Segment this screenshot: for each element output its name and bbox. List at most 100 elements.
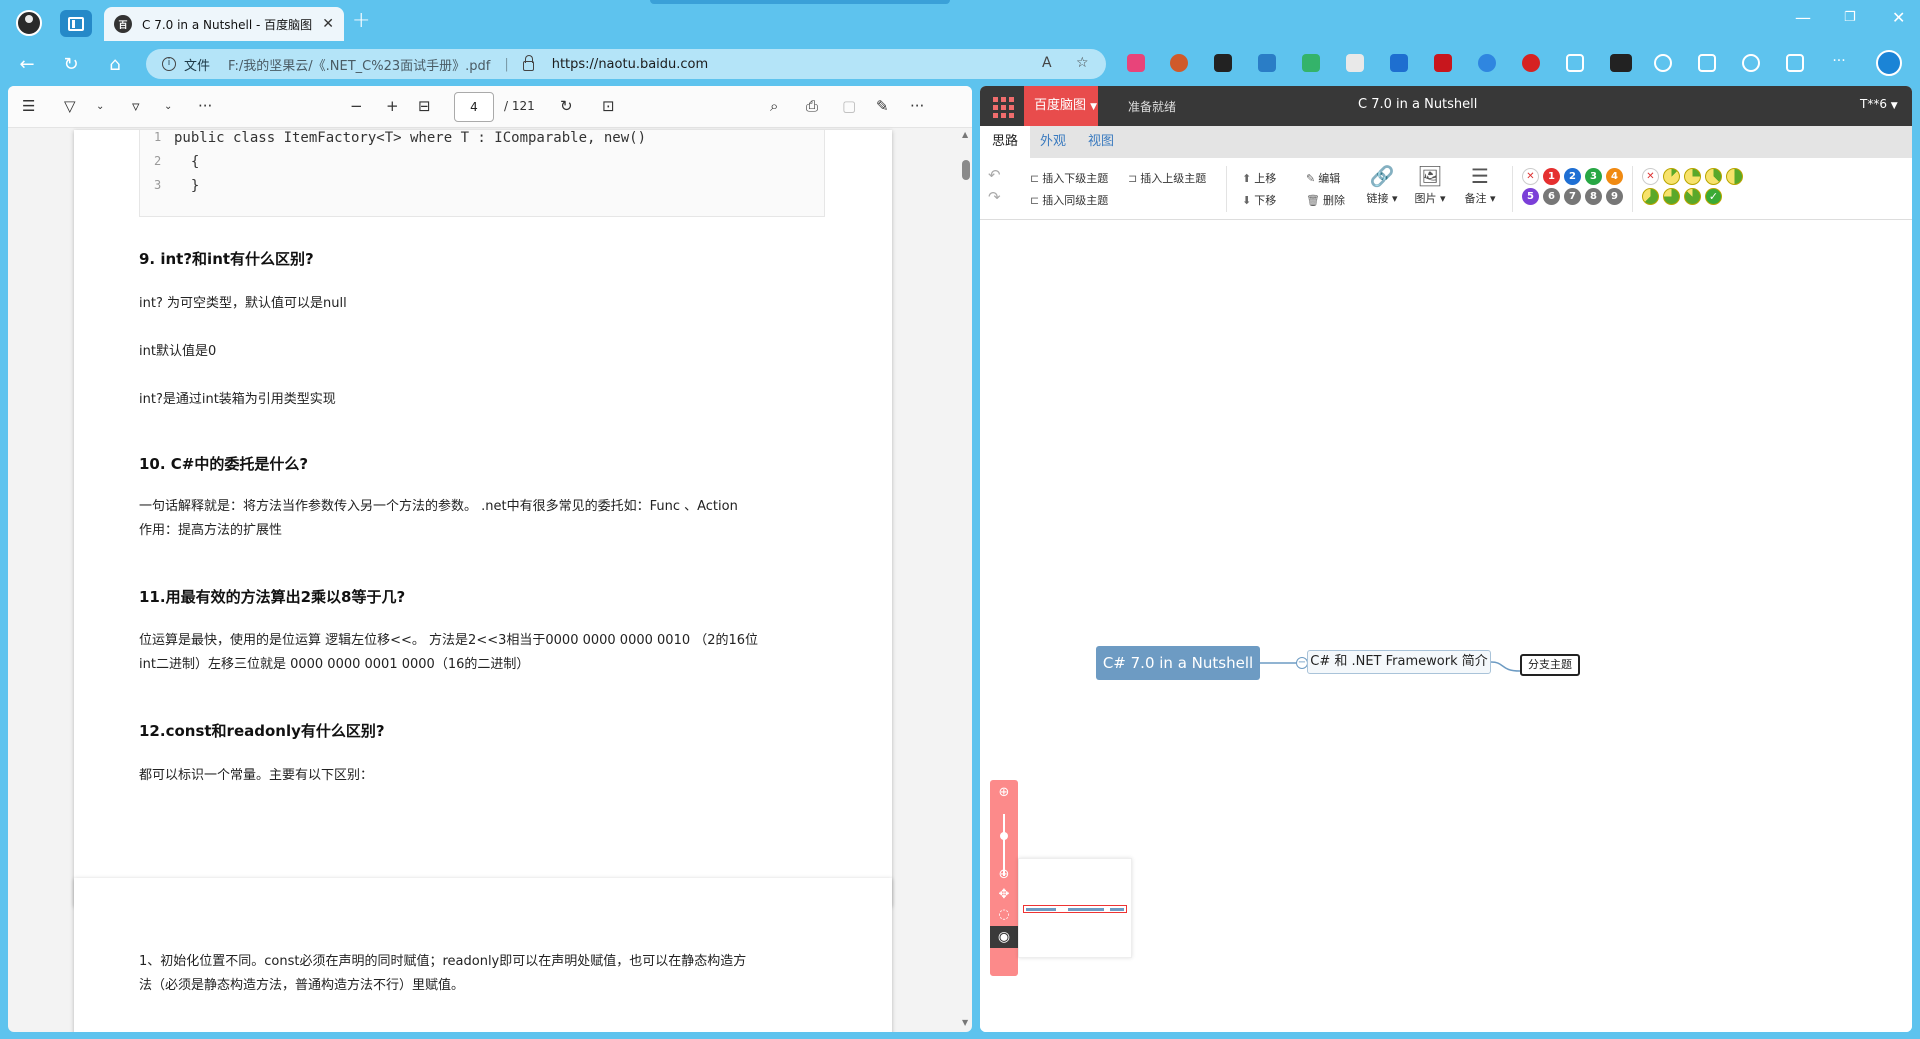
- move-down-button[interactable]: ⬇ 下移: [1242, 192, 1276, 208]
- priority-2-icon[interactable]: 2: [1564, 168, 1581, 185]
- remove-progress-icon[interactable]: ✕: [1642, 168, 1659, 185]
- image-button[interactable]: 🖼 图片 ▾: [1412, 164, 1448, 206]
- insert-parent-button[interactable]: ⊐ 插入上级主题: [1128, 170, 1206, 186]
- extension-translate-icon[interactable]: [1127, 54, 1145, 72]
- pdf-more-icon[interactable]: ···: [910, 97, 924, 115]
- zoom-in-icon[interactable]: ⊕: [997, 786, 1011, 800]
- favorite-star-icon[interactable]: ☆: [1076, 55, 1089, 71]
- extension-building-icon[interactable]: [1390, 54, 1408, 72]
- extension-game-icon[interactable]: [1214, 54, 1232, 72]
- refresh-icon[interactable]: ↻: [58, 54, 84, 75]
- extensions-puzzle-icon[interactable]: [1566, 54, 1584, 72]
- tab-idea[interactable]: 思路: [980, 126, 1031, 158]
- progress-level-2-icon[interactable]: [1684, 168, 1701, 185]
- zoom-out-icon[interactable]: ⊖: [997, 868, 1011, 882]
- progress-level-5-icon[interactable]: [1642, 188, 1659, 205]
- zoom-out-icon[interactable]: −: [350, 97, 363, 115]
- more-tools-icon[interactable]: ···: [198, 97, 212, 115]
- priority-6-icon[interactable]: 6: [1543, 188, 1560, 205]
- copilot-icon[interactable]: [1876, 50, 1902, 76]
- highlight-dropdown-icon[interactable]: ⌄: [96, 101, 104, 112]
- browser-tab[interactable]: 百 C 7.0 in a Nutshell - 百度脑图 ✕: [104, 7, 344, 41]
- progress-level-4-icon[interactable]: [1726, 168, 1743, 185]
- minimize-button[interactable]: —: [1795, 8, 1811, 27]
- delete-button[interactable]: 🗑 删除: [1306, 192, 1345, 208]
- scroll-down-icon[interactable]: ▼: [962, 1018, 968, 1027]
- extension-shield-icon[interactable]: [1302, 54, 1320, 72]
- locate-root-icon[interactable]: ◌: [997, 908, 1011, 922]
- save-as-icon[interactable]: ✎: [876, 97, 889, 115]
- lock-icon[interactable]: [522, 55, 534, 71]
- extension-s-icon[interactable]: [1258, 54, 1276, 72]
- progress-level-1-icon[interactable]: [1663, 168, 1680, 185]
- extension-ublock-icon[interactable]: [1434, 54, 1452, 72]
- root-node[interactable]: C# 7.0 in a Nutshell: [1096, 646, 1260, 680]
- progress-level-6-icon[interactable]: [1663, 188, 1680, 205]
- extension-avatar-icon[interactable]: [1170, 54, 1188, 72]
- minimap[interactable]: [1018, 858, 1132, 958]
- remove-priority-icon[interactable]: ✕: [1522, 168, 1539, 185]
- tab-actions-button[interactable]: [60, 10, 92, 37]
- scroll-up-icon[interactable]: ▲: [962, 130, 968, 139]
- collections-icon[interactable]: [1698, 54, 1716, 72]
- move-canvas-icon[interactable]: ✥: [997, 888, 1011, 902]
- priority-4-icon[interactable]: 4: [1606, 168, 1623, 185]
- link-button[interactable]: 🔗 链接 ▾: [1364, 164, 1400, 206]
- insert-sibling-button[interactable]: ⊏ 插入同级主题: [1030, 192, 1108, 208]
- back-arrow-icon[interactable]: ←: [14, 54, 40, 75]
- tab-appearance[interactable]: 外观: [1028, 126, 1078, 158]
- app-grid-icon[interactable]: [988, 92, 1016, 120]
- user-menu[interactable]: T**6 ▼: [1860, 97, 1898, 111]
- fit-page-icon[interactable]: ⊟: [418, 97, 431, 115]
- split-screen-icon[interactable]: [1610, 54, 1632, 72]
- extension-record-icon[interactable]: [1522, 54, 1540, 72]
- zoom-handle[interactable]: [1000, 832, 1008, 840]
- insert-child-button[interactable]: ⊏ 插入下级主题: [1030, 170, 1108, 186]
- navigator-eye-icon[interactable]: ◉: [990, 926, 1018, 948]
- page-view-icon[interactable]: ⊡: [602, 97, 615, 115]
- progress-level-3-icon[interactable]: [1705, 168, 1722, 185]
- branch-node[interactable]: 分支主题: [1520, 654, 1580, 676]
- move-up-button[interactable]: ⬆ 上移: [1242, 170, 1276, 186]
- favorites-icon[interactable]: [1654, 54, 1672, 72]
- redo-icon[interactable]: ↷: [988, 188, 1001, 206]
- page-number-input[interactable]: 4: [454, 92, 494, 122]
- priority-3-icon[interactable]: 3: [1585, 168, 1602, 185]
- tab-view[interactable]: 视图: [1076, 126, 1126, 158]
- priority-9-icon[interactable]: 9: [1606, 188, 1623, 205]
- progress-level-8-icon[interactable]: ✓: [1705, 188, 1722, 205]
- close-window-button[interactable]: ✕: [1892, 8, 1905, 27]
- profile-avatar[interactable]: [16, 10, 42, 36]
- print-icon[interactable]: ⎙: [806, 97, 818, 115]
- priority-8-icon[interactable]: 8: [1585, 188, 1602, 205]
- scrollbar-thumb[interactable]: [962, 160, 970, 180]
- screenshot-icon[interactable]: [1786, 54, 1804, 72]
- highlight-icon[interactable]: ▽: [64, 97, 76, 115]
- extension-notes-icon[interactable]: [1346, 54, 1364, 72]
- maximize-button[interactable]: ❐: [1844, 10, 1856, 25]
- new-tab-button[interactable]: +: [352, 8, 370, 33]
- minimap-viewport[interactable]: [1023, 905, 1127, 913]
- info-icon[interactable]: i: [162, 57, 176, 71]
- draw-icon[interactable]: ▿: [132, 97, 140, 115]
- extension-wave-icon[interactable]: [1478, 54, 1496, 72]
- more-menu-icon[interactable]: ···: [1830, 54, 1848, 72]
- progress-level-7-icon[interactable]: [1684, 188, 1701, 205]
- zoom-in-icon[interactable]: +: [386, 97, 399, 115]
- priority-5-icon[interactable]: 5: [1522, 188, 1539, 205]
- browser-essentials-icon[interactable]: [1742, 54, 1760, 72]
- pdf-scrollbar[interactable]: ▲ ▼: [962, 130, 970, 1030]
- contents-list-icon[interactable]: ☰: [22, 97, 35, 115]
- edit-button[interactable]: ✎ 编辑: [1306, 170, 1340, 186]
- undo-icon[interactable]: ↶: [988, 166, 1001, 184]
- address-bar[interactable]: i 文件 F:/我的坚果云/《.NET_C%23面试手册》.pdf | http…: [146, 49, 1106, 79]
- read-aloud-icon[interactable]: A: [1042, 55, 1052, 71]
- brand-menu-button[interactable]: 百度脑图 ▼: [1024, 86, 1098, 126]
- mindmap-canvas[interactable]: C# 7.0 in a Nutshell − C# 和 .NET Framewo…: [980, 220, 1912, 1032]
- note-button[interactable]: ☰ 备注 ▾: [1462, 164, 1498, 206]
- priority-1-icon[interactable]: 1: [1543, 168, 1560, 185]
- tab-close-icon[interactable]: ✕: [322, 16, 334, 32]
- search-icon[interactable]: ⌕: [770, 97, 778, 115]
- priority-7-icon[interactable]: 7: [1564, 188, 1581, 205]
- home-icon[interactable]: ⌂: [102, 54, 128, 75]
